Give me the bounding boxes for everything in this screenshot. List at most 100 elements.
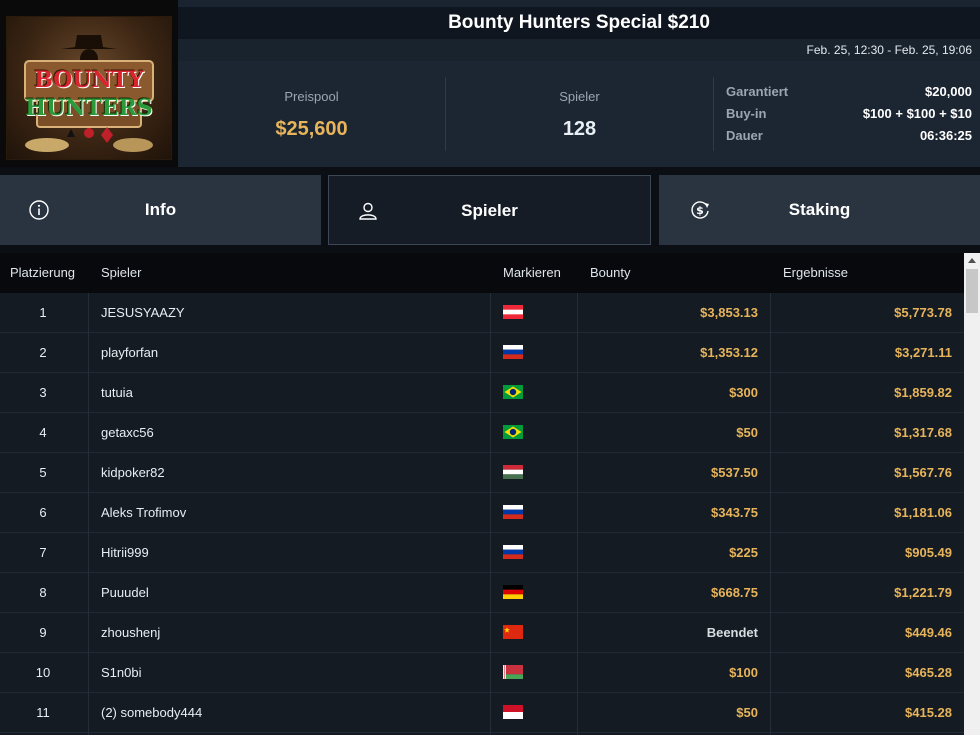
row-bounty: $3,853.13 [700, 305, 758, 320]
tournament-title: Bounty Hunters Special $210 [178, 0, 980, 39]
row-bounty: $537.50 [711, 465, 758, 480]
tab-info[interactable]: Info [0, 175, 321, 245]
row-player-name[interactable]: getaxc56 [101, 413, 154, 453]
row-bounty: $1,353.12 [700, 345, 758, 360]
scrollbar-thumb[interactable] [966, 269, 978, 313]
table-row[interactable]: 4 getaxc56 $50 $1,317.68 [0, 413, 964, 453]
table-row[interactable]: 10 S1n0bi $100 $465.28 [0, 653, 964, 693]
header-flag[interactable]: Markieren [503, 253, 561, 293]
column-divider [490, 293, 491, 735]
tab-staking[interactable]: $ Staking [659, 175, 980, 245]
row-player-name[interactable]: Hitrii999 [101, 533, 149, 573]
row-player-name[interactable]: tutuia [101, 373, 133, 413]
row-player-name[interactable]: zhoushenj [101, 613, 160, 653]
row-player-name[interactable]: JESUSYAAZY [101, 293, 185, 333]
table-header: Platzierung Spieler Markieren Bounty Erg… [0, 253, 964, 293]
row-place: 2 [39, 345, 47, 360]
logo-image: BOUNTY HUNTERS [6, 16, 172, 160]
row-player-name[interactable]: S1n0bi [101, 653, 141, 693]
row-bounty: $343.75 [711, 505, 758, 520]
row-result: $1,859.82 [894, 385, 952, 400]
austria-flag-icon [503, 305, 523, 319]
row-result: $415.28 [905, 705, 952, 720]
row-player-name[interactable]: (2) somebody444 [101, 693, 202, 733]
table-row[interactable]: 11 (2) somebody444 $50 $415.28 [0, 693, 964, 733]
row-result: $449.46 [905, 625, 952, 640]
stat-divider [713, 77, 714, 151]
brazil-flag-icon [503, 385, 523, 399]
tab-info-label: Info [144, 200, 177, 219]
row-place: 8 [39, 585, 47, 600]
header-place[interactable]: Platzierung [10, 253, 75, 293]
table-row[interactable]: 9 zhoushenj Beendet $449.46 [0, 613, 964, 653]
row-player-name[interactable]: kidpoker82 [101, 453, 165, 493]
table-scrollbar[interactable] [964, 253, 980, 735]
table-row[interactable]: 1 JESUSYAAZY $3,853.13 $5,773.78 [0, 293, 964, 333]
russia-flag-icon [503, 505, 523, 519]
row-player-name[interactable]: Puuudel [101, 573, 149, 613]
tab-players-label: Spieler [461, 201, 518, 220]
row-place: 4 [39, 425, 47, 440]
row-result: $3,271.11 [894, 345, 952, 360]
header-results[interactable]: Ergebnisse [783, 253, 848, 293]
belarus-flag-icon [503, 665, 523, 679]
players-table: Platzierung Spieler Markieren Bounty Erg… [0, 253, 964, 735]
indonesia-flag-icon [503, 705, 523, 719]
russia-flag-icon [503, 345, 523, 359]
guaranteed-label: Garantiert [726, 84, 789, 99]
prizepool-value: $25,600 [275, 118, 348, 140]
row-bounty: $668.75 [711, 585, 758, 600]
row-place: 3 [39, 385, 47, 400]
china-flag-icon [503, 625, 523, 639]
row-result: $905.49 [905, 545, 952, 560]
duration-label: Dauer [726, 128, 763, 143]
table-row[interactable]: 7 Hitrii999 $225 $905.49 [0, 533, 964, 573]
table-row[interactable]: 3 tutuia $300 $1,859.82 [0, 373, 964, 413]
players-stat: Spieler 128 [446, 61, 713, 167]
row-place: 1 [39, 305, 47, 320]
row-bounty: Beendet [706, 625, 758, 640]
column-divider [88, 293, 89, 735]
duration-value: 06:36:25 [919, 128, 972, 143]
row-bounty: $300 [729, 385, 758, 400]
row-result: $465.28 [905, 665, 952, 680]
column-divider [577, 293, 578, 735]
table-row[interactable]: 5 kidpoker82 $537.50 $1,567.76 [0, 453, 964, 493]
scroll-up-arrow-icon[interactable] [964, 253, 980, 269]
tab-staking-label: Staking [788, 200, 851, 219]
row-place: 11 [36, 705, 50, 720]
table-row[interactable]: 8 Puuudel $668.75 $1,221.79 [0, 573, 964, 613]
row-place: 5 [39, 465, 47, 480]
buyin-value: $100 + $100 + $10 [862, 106, 972, 121]
row-place: 6 [39, 505, 47, 520]
tab-players[interactable]: Spieler [328, 175, 651, 245]
row-place: 10 [35, 665, 51, 680]
table-row[interactable]: 6 Aleks Trofimov $343.75 $1,181.06 [0, 493, 964, 533]
tournament-dates: Feb. 25, 12:30 - Feb. 25, 19:06 [178, 39, 980, 61]
brazil-flag-icon [503, 425, 523, 439]
row-result: $1,567.76 [894, 465, 952, 480]
row-player-name[interactable]: Aleks Trofimov [101, 493, 186, 533]
row-place: 9 [39, 625, 47, 640]
row-player-name[interactable]: playforfan [101, 333, 158, 373]
header-player[interactable]: Spieler [101, 253, 141, 293]
row-bounty: $100 [729, 665, 758, 680]
row-result: $1,317.68 [894, 425, 952, 440]
table-row[interactable]: 2 playforfan $1,353.12 $3,271.11 [0, 333, 964, 373]
column-divider [770, 293, 771, 735]
logo-text-bounty: BOUNTY [34, 67, 144, 93]
header-bounty[interactable]: Bounty [590, 253, 630, 293]
logo-text-hunters: HUNTERS [25, 95, 153, 121]
tournament-logo: BOUNTY HUNTERS [0, 0, 178, 167]
players-value: 128 [562, 118, 597, 140]
guaranteed-value: $20,000 [925, 84, 972, 99]
hungary-flag-icon [503, 465, 523, 479]
players-label: Spieler [559, 89, 600, 104]
prizepool-stat: Preispool $25,600 [178, 61, 445, 167]
russia-flag-icon [503, 545, 523, 559]
row-bounty: $50 [736, 705, 758, 720]
row-result: $1,181.06 [894, 505, 952, 520]
buyin-label: Buy-in [726, 106, 767, 121]
row-result: $1,221.79 [894, 585, 952, 600]
tournament-stats-panel: Preispool $25,600 Spieler 128 Garantiert… [178, 61, 980, 167]
